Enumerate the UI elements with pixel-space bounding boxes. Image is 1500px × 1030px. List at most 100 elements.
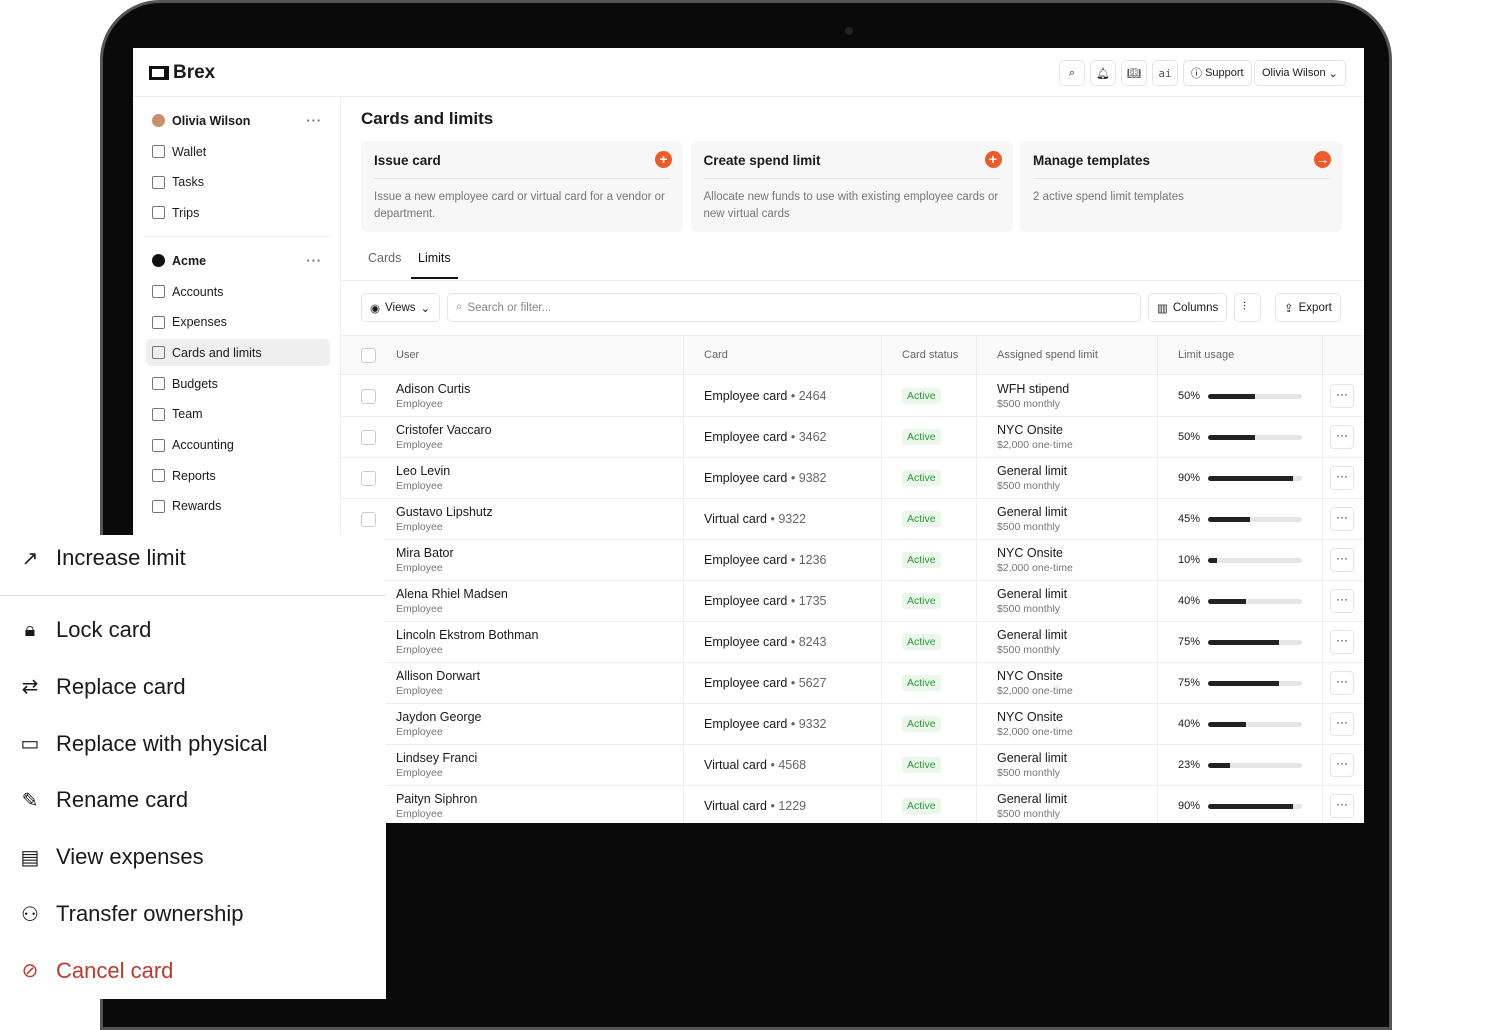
support-button[interactable]: ⓘ Support [1183,60,1252,86]
sidebar-item-accounting[interactable]: Accounting [146,432,330,459]
user-name: Alena Rhiel Madsen [396,587,508,601]
sidebar-item-cards-and-limits[interactable]: Cards and limits [146,339,330,367]
menu-item-transfer-ownership[interactable]: ⚇ Transfer ownership [18,901,243,927]
columns-label: Columns [1172,301,1219,314]
card-type: Virtual card [704,758,767,772]
arrow-right-icon[interactable]: → [1314,151,1331,168]
export-button[interactable]: ⇪ Export [1275,293,1341,322]
spend-limit-amount: $500 monthly [997,480,1061,492]
usage-bar-fill [1208,475,1293,481]
action-card-issue-card[interactable]: Issue card Issue a new employee card or v… [361,141,683,232]
menu-item-rename-card[interactable]: ✎ Rename card [18,787,188,813]
row-more-button[interactable]: ··· [1330,630,1354,654]
docs-button[interactable]: 📖︎ [1121,60,1147,86]
menu-item-increase-limit[interactable]: ↗ Increase limit [18,545,186,571]
status-badge: Active [902,552,941,568]
sliders-icon: ⫶ [1243,301,1246,313]
row-checkbox[interactable] [361,511,376,527]
header-limit-usage[interactable]: Limit usage [1178,336,1234,374]
views-label: Views [385,301,416,314]
search-button[interactable]: ⌕ [1059,60,1085,86]
sidebar-item-accounts[interactable]: Accounts [146,278,330,305]
row-more-button[interactable]: ··· [1330,507,1354,531]
row-checkbox[interactable] [361,388,376,404]
row-more-button[interactable]: ··· [1330,712,1354,736]
sidebar-item-wallet[interactable]: Wallet [146,138,330,165]
table-row[interactable]: Jaydon George Employee Employee card • 93… [341,704,1364,745]
header-card[interactable]: Card [704,336,728,374]
row-more-button[interactable]: ··· [1330,466,1354,490]
row-more-button[interactable]: ··· [1330,671,1354,695]
spend-limit-amount: $2,000 one-time [997,685,1073,697]
table-row[interactable]: Gustavo Lipshutz Employee Virtual card • … [341,499,1364,540]
table-row[interactable]: Alena Rhiel Madsen Employee Employee card… [341,581,1364,622]
row-more-button[interactable]: ··· [1330,548,1354,572]
table-header: User Card Card status Assigned spend lim… [341,335,1364,375]
menu-item-replace-card[interactable]: ⇄ Replace card [18,674,186,700]
row-more-button[interactable]: ··· [1330,384,1354,408]
filter-settings-button[interactable]: ⫶ [1234,293,1261,322]
user-role: Employee [396,767,443,779]
row-checkbox[interactable] [361,429,376,445]
row-more-button[interactable]: ··· [1330,425,1354,449]
user-name: Lindsey Franci [396,751,478,765]
tab-limits[interactable]: Limits [411,251,458,279]
menu-item-view-expenses[interactable]: ▤ View expenses [18,844,204,870]
header-user[interactable]: User [396,336,419,374]
action-card-manage-templates[interactable]: Manage templates 2 active spend limit tem… [1020,141,1342,232]
more-icon[interactable]: ··· [307,254,323,268]
user-name: Allison Dorwart [396,669,481,683]
usage-percent: 40% [1178,595,1201,607]
action-title: Issue card [374,153,670,179]
usage-percent: 50% [1178,390,1201,402]
sidebar-item-team[interactable]: Team [146,401,330,428]
row-more-button[interactable]: ··· [1330,794,1354,818]
notifications-button[interactable]: 🔔︎ [1090,60,1116,86]
sidebar-item-budgets[interactable]: Budgets [146,370,330,397]
brex-logo[interactable]: Brex [149,62,215,84]
sidebar-item-reports[interactable]: Reports [146,462,330,489]
row-checkbox[interactable] [361,470,376,486]
spend-limit-name: General limit [997,628,1068,642]
accounts-icon [152,285,165,298]
menu-item-cancel-card[interactable]: ⊘ Cancel card [18,958,174,984]
action-card-create-spend-limit[interactable]: Create spend limit Allocate new funds to … [690,141,1013,232]
search-input[interactable]: ⌕ Search or filter... [447,293,1141,322]
status-badge: Active [902,675,941,691]
plus-icon[interactable]: + [984,151,1002,168]
tab-cards[interactable]: Cards [368,251,401,277]
header-card-status[interactable]: Card status [902,336,958,374]
table-row[interactable]: Leo Levin Employee Employee card • 9382 A… [341,458,1364,499]
table-row[interactable]: Cristofer Vaccaro Employee Employee card … [341,417,1364,458]
row-more-button[interactable]: ··· [1330,589,1354,613]
table-row[interactable]: Allison Dorwart Employee Employee card • … [341,663,1364,704]
table-row[interactable]: Mira Bator Employee Employee card • 1236 … [341,540,1364,581]
card-type: Employee card [704,553,788,567]
table-row[interactable]: Adison Curtis Employee Employee card • 24… [341,376,1364,417]
plus-icon[interactable]: + [655,151,672,168]
sidebar-company[interactable]: Acme ··· [146,247,330,274]
user-menu[interactable]: Olivia Wilson ⌄ [1254,60,1346,86]
views-button[interactable]: ◉ Views ⌄ [361,293,440,322]
columns-button[interactable]: ▥ Columns [1148,293,1228,322]
ai-button[interactable]: ai [1152,60,1178,86]
sidebar-item-tasks[interactable]: Tasks [146,169,330,196]
reports-icon [152,469,165,483]
sidebar-user[interactable]: Olivia Wilson ··· [146,107,330,134]
sidebar-item-rewards[interactable]: Rewards [146,493,330,520]
select-all-checkbox[interactable] [361,347,376,363]
table-row[interactable]: Lincoln Ekstrom Bothman Employee Employee… [341,622,1364,663]
table-row[interactable]: Paityn Siphron Employee Virtual card • 12… [341,786,1364,823]
menu-item-lock-card[interactable]: 🔒︎ Lock card [18,617,152,643]
header-spend-limit[interactable]: Assigned spend limit [997,336,1098,374]
status-badge: Active [902,593,941,609]
row-more-button[interactable]: ··· [1330,753,1354,777]
sidebar-item-label: Reports [172,468,216,483]
status-badge: Active [902,634,941,650]
sidebar-item-expenses[interactable]: Expenses [146,309,330,336]
sidebar-item-trips[interactable]: Trips [146,199,330,226]
table-row[interactable]: Lindsey Franci Employee Virtual card • 45… [341,745,1364,786]
menu-item-replace-with-physical[interactable]: ▭ Replace with physical [18,731,268,757]
more-icon[interactable]: ··· [307,114,323,128]
card-last4: 9322 [778,512,807,526]
